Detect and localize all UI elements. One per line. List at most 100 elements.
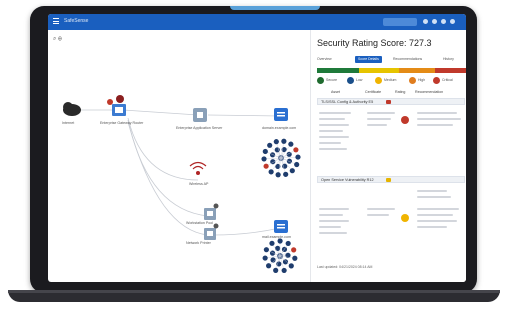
- node-cluster-a[interactable]: [261, 138, 301, 178]
- legend-dot-high: [409, 77, 416, 84]
- host1-server-icon[interactable]: [204, 203, 219, 221]
- cloud-icon[interactable]: [63, 102, 81, 116]
- cluster-node[interactable]: [275, 172, 281, 178]
- user-icon[interactable]: [423, 19, 428, 24]
- panel-tabs: Overview Score Details Recommendations H…: [317, 56, 465, 64]
- domain-a-icon[interactable]: [274, 108, 288, 121]
- cluster-node[interactable]: [295, 154, 301, 160]
- legend-dot-critical: [433, 77, 440, 84]
- cluster-node[interactable]: [263, 247, 269, 253]
- cluster-node[interactable]: [294, 161, 300, 168]
- panel-footer: Last updated: 04/21/2024 08:14 AM: [317, 265, 373, 269]
- section-tls-row[interactable]: [317, 108, 465, 166]
- node-label-host1: Workstation Pool: [186, 221, 214, 225]
- cluster-node[interactable]: [281, 138, 287, 144]
- cluster-node[interactable]: [269, 240, 275, 246]
- cluster-node[interactable]: [289, 168, 295, 174]
- help-icon[interactable]: [441, 19, 446, 24]
- node-label-domain-b: mail.example.com: [262, 235, 291, 239]
- cluster-node[interactable]: [267, 142, 273, 148]
- hamburger-menu-icon[interactable]: [53, 18, 59, 24]
- cluster-node[interactable]: [288, 263, 294, 269]
- tab-score-details[interactable]: Score Details: [355, 56, 382, 63]
- app-titlebar: SafeSense: [48, 14, 466, 30]
- node-label-gateway: Enterprise Gateway Router: [100, 121, 144, 125]
- cluster-node[interactable]: [262, 255, 268, 261]
- node-label-domain-a: domain.example.com: [262, 126, 297, 130]
- domain-b-icon[interactable]: [274, 220, 288, 233]
- node-cluster-b[interactable]: [262, 238, 298, 274]
- node-label-app-server: Enterprise Application Server: [176, 126, 223, 130]
- section-service-badge: [386, 178, 391, 182]
- edge-gateway-app: [122, 109, 199, 116]
- score-color-bar: [317, 68, 466, 73]
- node-label-host2: Network Printer: [186, 241, 211, 245]
- laptop-notch: [230, 6, 320, 10]
- score-segment-secure: [317, 68, 359, 73]
- cluster-node[interactable]: [283, 171, 289, 177]
- cluster-node[interactable]: [277, 238, 283, 244]
- cluster-node[interactable]: [288, 141, 294, 147]
- cluster-node[interactable]: [291, 247, 297, 253]
- tab-recommendations[interactable]: Recommendations: [393, 56, 422, 63]
- section-tls-label: TLS/SSL Config & Authority E5: [321, 100, 374, 104]
- cluster-node[interactable]: [282, 259, 289, 265]
- legend-dot-low: [347, 77, 354, 84]
- score-segment-medium: [399, 68, 435, 73]
- column-certificate[interactable]: Certificate: [365, 90, 381, 94]
- section-service-header[interactable]: Open Service Vulnerability R12: [317, 176, 465, 183]
- cluster-node[interactable]: [273, 139, 279, 145]
- node-label-wifi: Wireless AP: [189, 182, 209, 186]
- edge-gateway-host1: [127, 119, 209, 217]
- cluster-node[interactable]: [266, 263, 272, 269]
- network-graph: [63, 95, 301, 274]
- notifications-icon[interactable]: [450, 19, 455, 24]
- score-segment-high: [435, 68, 466, 73]
- column-asset[interactable]: Asset: [331, 90, 340, 94]
- edge-app-domain: [207, 114, 281, 117]
- cluster-node[interactable]: [273, 267, 279, 273]
- wifi-icon[interactable]: [189, 161, 207, 176]
- legend-label-low: Low: [356, 78, 363, 82]
- cluster-node[interactable]: [281, 267, 287, 274]
- host2-server-icon[interactable]: [204, 223, 219, 241]
- section-tls-header[interactable]: TLS/SSL Config & Authority E5: [317, 98, 465, 105]
- cluster-node[interactable]: [293, 147, 299, 153]
- cluster-node[interactable]: [262, 148, 268, 155]
- section-service-label: Open Service Vulnerability R12: [321, 178, 374, 182]
- cluster-node[interactable]: [292, 255, 298, 261]
- severity-legend: Secure Low Medium High Critical: [317, 76, 466, 86]
- laptop-base: [8, 290, 500, 302]
- legend-label-high: High: [418, 78, 426, 82]
- column-recommendation[interactable]: Recommendation: [415, 90, 443, 94]
- panel-title: Security Rating Score: 727.3: [317, 38, 432, 48]
- screen: SafeSense ⌕ ⊕ Internet Enterprise Gatewa…: [48, 14, 466, 282]
- rating-dot-medium: [401, 214, 409, 222]
- tab-history[interactable]: History: [443, 56, 454, 63]
- cluster-node[interactable]: [269, 250, 276, 256]
- cluster-node[interactable]: [261, 156, 267, 162]
- network-map-canvas[interactable]: ⌕ ⊕ Internet Enterprise Gateway Router E…: [48, 30, 308, 282]
- legend-label-medium: Medium: [384, 78, 397, 82]
- edge-host2-domainb: [212, 227, 281, 236]
- tab-overview[interactable]: Overview: [317, 56, 332, 63]
- app-title: SafeSense: [64, 18, 89, 24]
- titlebar-action-button[interactable]: [383, 18, 417, 26]
- settings-icon[interactable]: [432, 19, 437, 24]
- app-server-icon[interactable]: [193, 108, 207, 122]
- score-segment-low: [359, 68, 399, 73]
- column-rating[interactable]: Rating: [395, 90, 405, 94]
- gateway-server-icon[interactable]: [107, 95, 126, 116]
- legend-dot-medium: [375, 77, 382, 84]
- cluster-node[interactable]: [263, 163, 269, 169]
- cluster-node[interactable]: [269, 152, 276, 158]
- cluster-node[interactable]: [285, 240, 291, 247]
- cluster-node[interactable]: [275, 245, 281, 251]
- legend-label-secure: Secure: [326, 78, 338, 82]
- cluster-node[interactable]: [286, 158, 293, 164]
- section-service-row[interactable]: [317, 186, 465, 244]
- legend-dot-secure: [317, 77, 324, 84]
- node-label-cloud: Internet: [62, 121, 75, 125]
- cluster-node[interactable]: [268, 169, 274, 175]
- rating-dot-critical: [401, 116, 409, 124]
